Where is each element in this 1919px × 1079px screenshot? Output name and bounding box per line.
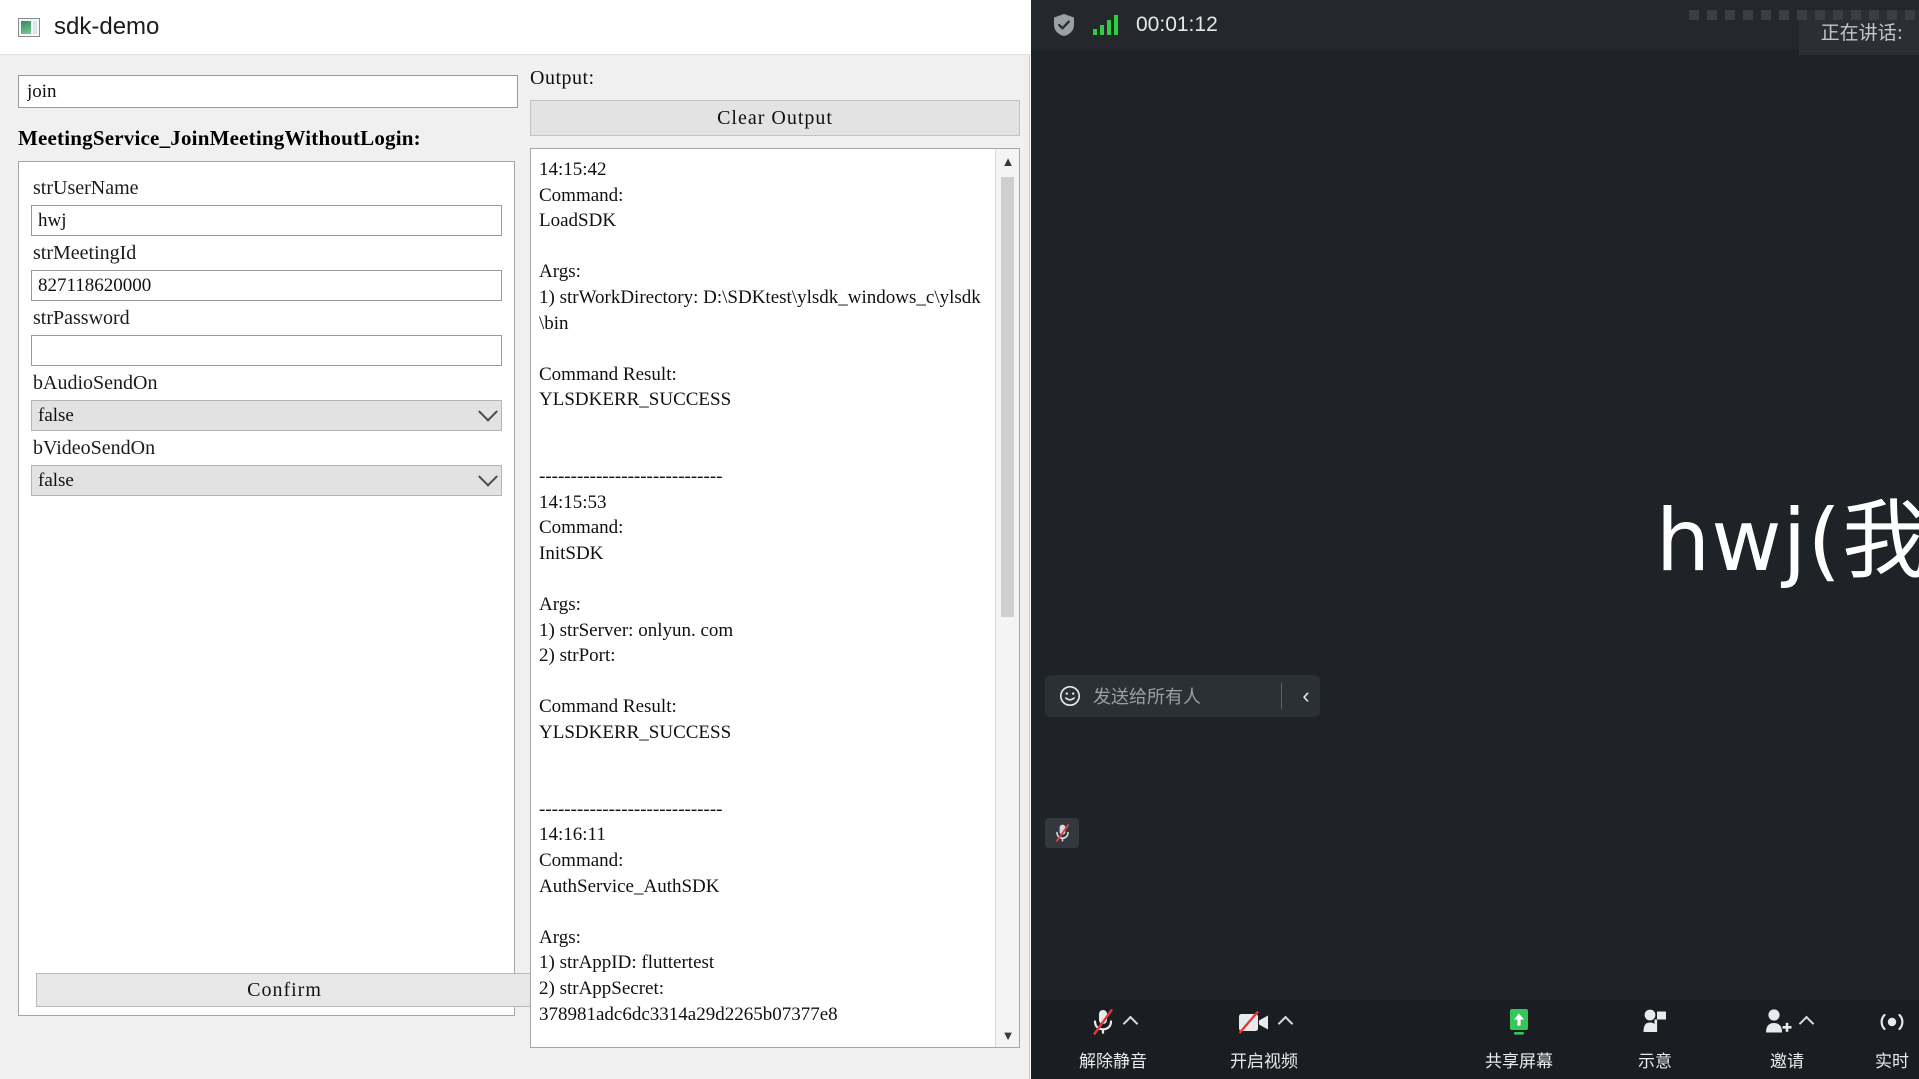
signal-bars-icon[interactable] (1093, 15, 1118, 35)
baudiosendon-select[interactable]: false (31, 400, 502, 431)
toolbar-invite-button[interactable]: 邀请 (1731, 1000, 1843, 1079)
toolbar-start-video-button[interactable]: 开启视频 (1199, 1000, 1329, 1079)
meeting-topbar: 00:01:12 正在讲话: (1031, 0, 1919, 55)
speaking-label: 正在讲话: (1820, 22, 1903, 44)
reactions-icon (1640, 1008, 1670, 1041)
toolbar-live-label: 实时 (1875, 1051, 1909, 1072)
output-column: Output: Clear Output 14:15:42 Command: L… (530, 67, 1020, 1048)
screen-root: sdk-demo MeetingService_JoinMeetingWitho… (0, 0, 1919, 1079)
strusername-input[interactable] (31, 205, 502, 236)
smiley-icon[interactable] (1059, 685, 1081, 707)
param-label-bvideosendon: bVideoSendOn (33, 437, 156, 459)
zoom-meeting-window: 00:01:12 正在讲话: hwj(我 发送给所有人 ‹ 解除静音 开启视频 … (1031, 0, 1919, 1079)
toolbar-unmute-button[interactable]: 解除静音 (1053, 1000, 1173, 1079)
sdk-demo-body: MeetingService_JoinMeetingWithoutLogin: … (0, 55, 1030, 1079)
mic-muted-icon (1090, 1007, 1116, 1042)
camera-off-icon (1237, 1008, 1271, 1041)
output-scrollbar[interactable]: ▲ ▼ (995, 149, 1019, 1047)
param-label-strusername: strUserName (33, 177, 139, 199)
chat-divider (1281, 683, 1282, 709)
live-icon (1879, 1009, 1905, 1040)
toolbar-share-screen-label: 共享屏幕 (1485, 1051, 1553, 1072)
toolbar-live-button[interactable]: 实时 (1865, 1000, 1919, 1079)
strpassword-input[interactable] (31, 335, 502, 366)
chevron-left-icon[interactable]: ‹ (1296, 683, 1316, 709)
chevron-up-icon[interactable] (1798, 1015, 1815, 1032)
chevron-up-icon[interactable] (1122, 1015, 1139, 1032)
output-log-text: 14:15:42 Command: LoadSDK Args: 1) strWo… (539, 159, 981, 1025)
confirm-button[interactable]: Confirm (36, 973, 533, 1007)
active-speaker-indicator: 正在讲话: (1689, 10, 1919, 55)
app-window-icon (18, 17, 40, 37)
chevron-down-icon (478, 466, 498, 487)
strmeetingid-input[interactable] (31, 270, 502, 301)
toolbar-start-video-label: 开启视频 (1230, 1051, 1298, 1072)
toolbar-reactions-button[interactable]: 示意 (1605, 1000, 1705, 1079)
chevron-down-icon (478, 401, 498, 422)
toolbar-unmute-label: 解除静音 (1079, 1051, 1147, 1072)
bvideosendon-select[interactable]: false (31, 465, 502, 496)
param-label-strpassword: strPassword (33, 307, 130, 329)
window-titlebar: sdk-demo (0, 0, 1030, 55)
chat-input-bar[interactable]: 发送给所有人 ‹ (1045, 675, 1320, 717)
toolbar-invite-label: 邀请 (1770, 1051, 1804, 1072)
api-section-title: MeetingService_JoinMeetingWithoutLogin: (18, 126, 421, 150)
scroll-down-icon[interactable]: ▼ (996, 1023, 1020, 1047)
parameters-panel: strUserName strMeetingId strPassword bAu… (18, 161, 515, 1016)
param-label-strmeetingid: strMeetingId (33, 242, 137, 264)
scrollbar-thumb[interactable] (1001, 177, 1014, 617)
self-mic-muted-badge (1045, 818, 1079, 848)
parameters-column: MeetingService_JoinMeetingWithoutLogin: … (18, 75, 533, 1016)
chevron-up-icon[interactable] (1277, 1015, 1294, 1032)
output-log-panel: 14:15:42 Command: LoadSDK Args: 1) strWo… (530, 148, 1020, 1048)
meeting-toolbar: 解除静音 开启视频 共享屏幕 示意 邀请 实时 (1031, 1000, 1919, 1079)
toolbar-share-screen-button[interactable]: 共享屏幕 (1459, 1000, 1579, 1079)
clear-output-button[interactable]: Clear Output (530, 100, 1020, 136)
meeting-stage: hwj(我 发送给所有人 ‹ (1031, 50, 1919, 1000)
shield-check-icon[interactable] (1053, 13, 1075, 37)
baudiosendon-value: false (38, 404, 74, 426)
scroll-up-icon[interactable]: ▲ (996, 149, 1020, 173)
speaker-dashes-decoration (1689, 10, 1919, 20)
invite-user-icon (1762, 1008, 1792, 1041)
command-input[interactable] (18, 75, 518, 108)
chat-placeholder: 发送给所有人 (1093, 687, 1201, 708)
toolbar-reactions-label: 示意 (1638, 1051, 1672, 1072)
active-speaker-name: hwj(我 (1655, 491, 1919, 591)
share-screen-icon (1505, 1007, 1533, 1042)
bvideosendon-value: false (38, 469, 74, 491)
meeting-timer: 00:01:12 (1136, 13, 1218, 36)
param-label-baudiosendon: bAudioSendOn (33, 372, 158, 394)
output-label: Output: (530, 67, 595, 89)
window-title: sdk-demo (54, 13, 160, 40)
sdk-demo-window: sdk-demo MeetingService_JoinMeetingWitho… (0, 0, 1030, 1079)
